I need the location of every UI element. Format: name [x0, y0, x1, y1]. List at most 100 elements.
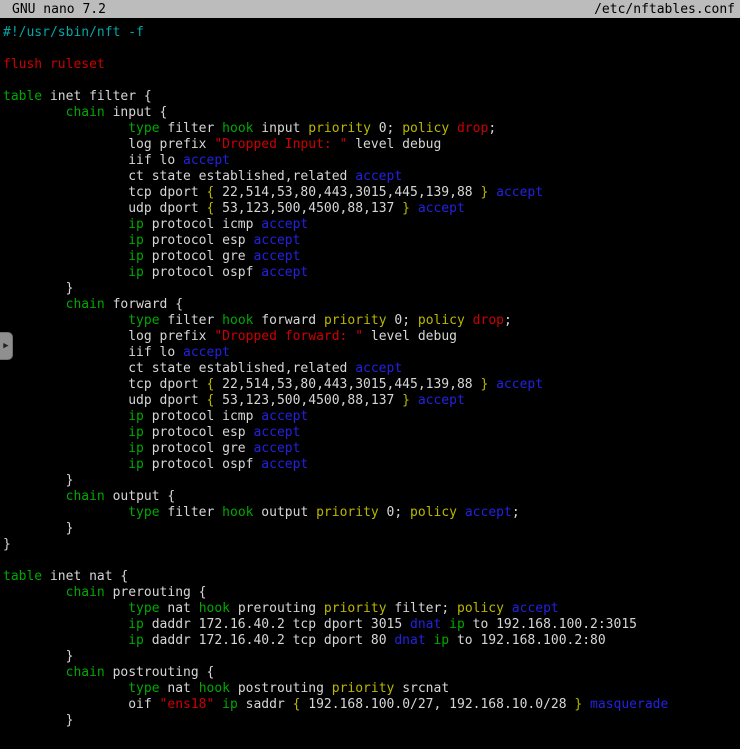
code-segment [488, 377, 496, 392]
code-line: ip protocol icmp accept [3, 409, 740, 425]
code-segment: } [3, 649, 73, 664]
code-segment: tcp dport [3, 185, 207, 200]
code-line: iif lo accept [3, 153, 740, 169]
code-line: table inet filter { [3, 89, 740, 105]
code-segment [214, 697, 222, 712]
code-line: } [3, 649, 740, 665]
code-segment: protocol gre [144, 249, 254, 264]
code-segment: drop [457, 121, 488, 136]
code-line: udp dport { 53,123,500,4500,88,137 } acc… [3, 201, 740, 217]
code-segment: postrouting { [105, 665, 215, 680]
code-segment: accept [496, 377, 543, 392]
code-segment: prerouting { [105, 585, 207, 600]
code-line: ip protocol ospf accept [3, 457, 740, 473]
code-segment: } [3, 281, 73, 296]
code-segment: hook [222, 121, 253, 136]
code-segment: protocol icmp [144, 409, 261, 424]
code-segment: ip [128, 633, 144, 648]
code-segment: chain [66, 665, 105, 680]
code-line: chain prerouting { [3, 585, 740, 601]
code-segment: 192.168.100.0/27, 192.168.10.0/28 [300, 697, 574, 712]
code-segment: policy [402, 121, 449, 136]
code-line: oif "ens18" ip saddr { 192.168.100.0/27,… [3, 697, 740, 713]
code-segment [3, 265, 128, 280]
side-panel-handle[interactable]: ▶ [0, 332, 13, 360]
code-line: type filter hook output priority 0; poli… [3, 505, 740, 521]
code-segment: policy [418, 313, 465, 328]
code-segment [3, 105, 66, 120]
code-segment: "ens18" [160, 697, 215, 712]
code-segment: nat [160, 681, 199, 696]
code-line: tcp dport { 22,514,53,80,443,3015,445,13… [3, 185, 740, 201]
code-line: table inet nat { [3, 569, 740, 585]
code-segment: iif lo [3, 345, 183, 360]
code-segment: 0; [379, 505, 410, 520]
code-segment: srcnat [394, 681, 449, 696]
code-line: ip protocol ospf accept [3, 265, 740, 281]
code-segment: oif [3, 697, 160, 712]
code-segment [3, 505, 128, 520]
code-segment: forward { [105, 297, 183, 312]
code-segment: priority [324, 601, 387, 616]
code-segment [3, 489, 66, 504]
code-segment: dnat [394, 633, 425, 648]
code-segment [3, 681, 128, 696]
code-segment: type [128, 313, 159, 328]
code-segment: ct state established,related [3, 361, 355, 376]
code-segment: tcp dport [3, 377, 207, 392]
code-segment: accept [253, 425, 300, 440]
code-segment [3, 457, 128, 472]
code-segment: prerouting [230, 601, 324, 616]
code-line: type filter hook input priority 0; polic… [3, 121, 740, 137]
code-segment: ip [128, 457, 144, 472]
code-segment: priority [316, 505, 379, 520]
code-segment: protocol esp [144, 425, 254, 440]
code-line: log prefix "Dropped Input: " level debug [3, 137, 740, 153]
code-line: } [3, 473, 740, 489]
code-segment: ip [128, 617, 144, 632]
code-segment: filter; [387, 601, 457, 616]
code-line: iif lo accept [3, 345, 740, 361]
code-segment: type [128, 681, 159, 696]
code-segment: } [402, 201, 410, 216]
code-segment: to 192.168.100.2:80 [449, 633, 606, 648]
code-segment: ip [128, 249, 144, 264]
code-line: udp dport { 53,123,500,4500,88,137 } acc… [3, 393, 740, 409]
code-segment: accept [261, 457, 308, 472]
code-segment: ip [222, 697, 238, 712]
code-line: ct state established,related accept [3, 169, 740, 185]
code-segment: accept [465, 505, 512, 520]
editor-text-area[interactable]: #!/usr/sbin/nft -f flush ruleset table i… [0, 18, 740, 729]
code-segment: policy [457, 601, 504, 616]
code-segment: chain [66, 297, 105, 312]
code-line: ip protocol icmp accept [3, 217, 740, 233]
code-segment: chain [66, 585, 105, 600]
code-segment [582, 697, 590, 712]
code-segment: hook [222, 313, 253, 328]
nano-version-label: GNU nano 7.2 [12, 2, 106, 17]
code-segment: priority [332, 681, 395, 696]
code-line: flush ruleset [3, 57, 740, 73]
code-segment: hook [222, 505, 253, 520]
code-segment: dnat [410, 617, 441, 632]
code-segment [410, 201, 418, 216]
code-segment: accept [183, 345, 230, 360]
code-segment: priority [308, 121, 371, 136]
code-segment: protocol icmp [144, 217, 261, 232]
code-segment: daddr 172.16.40.2 tcp dport 80 [144, 633, 394, 648]
code-segment [504, 601, 512, 616]
code-segment [457, 505, 465, 520]
code-segment: } [3, 473, 73, 488]
code-segment: "Dropped Input: " [214, 137, 347, 152]
code-segment: output [253, 505, 316, 520]
code-segment: ct state established,related [3, 169, 355, 184]
code-line [3, 41, 740, 57]
code-segment: ip [128, 233, 144, 248]
code-segment: type [128, 505, 159, 520]
code-segment: 0; [371, 121, 402, 136]
code-segment: input { [105, 105, 168, 120]
code-segment: saddr [238, 697, 293, 712]
code-segment: daddr 172.16.40.2 tcp dport 3015 [144, 617, 410, 632]
code-line: chain forward { [3, 297, 740, 313]
code-segment: accept [253, 441, 300, 456]
